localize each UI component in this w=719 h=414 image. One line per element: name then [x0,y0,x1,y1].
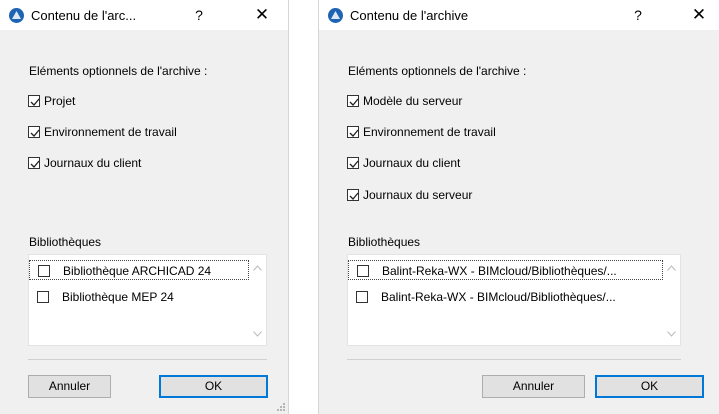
option-label: Journaux du serveur [363,188,473,202]
optional-items-heading: Eléments optionnels de l'archive : [29,64,208,78]
divider [28,359,267,360]
dialog-title: Contenu de l'archive [350,8,469,23]
ok-button[interactable]: OK [595,375,704,398]
archive-contents-dialog-short: Contenu de l'arc... ? ✕ Eléments optionn… [0,0,289,414]
divider [347,359,681,360]
checkbox-checked[interactable] [347,189,359,201]
checkbox-checked[interactable] [347,157,359,169]
checkbox-unchecked[interactable] [37,291,49,303]
option-label: Environnement de travail [363,125,496,139]
checkbox-unchecked[interactable] [38,265,50,277]
title-bar: Contenu de l'arc... ? ✕ [0,0,288,30]
help-button[interactable]: ? [176,0,222,30]
option-label: Environnement de travail [44,125,177,139]
library-label: Bibliothèque ARCHICAD 24 [63,264,212,278]
checkbox-unchecked[interactable] [357,265,369,277]
dialog-title: Contenu de l'arc... [31,8,137,23]
checkbox-checked[interactable] [28,126,40,138]
ok-button[interactable]: OK [159,375,268,398]
list-item[interactable]: Balint-Reka-WX - BIMcloud/Bibliothèques/… [348,287,663,307]
checkbox-checked[interactable] [28,157,40,169]
option-label: Projet [44,94,76,108]
checkbox-checked[interactable] [347,126,359,138]
list-item[interactable]: Bibliothèque MEP 24 [29,287,249,307]
archive-contents-dialog-full: Contenu de l'archive ? ✕ Eléments option… [318,0,719,414]
list-item[interactable]: Balint-Reka-WX - BIMcloud/Bibliothèques/… [348,260,663,280]
library-label: Bibliothèque MEP 24 [62,290,174,304]
scroll-down-icon[interactable] [667,331,676,337]
checkbox-checked[interactable] [347,95,359,107]
scroll-up-icon[interactable] [253,265,262,271]
help-button[interactable]: ? [615,0,661,30]
option-label: Modèle du serveur [363,94,463,108]
vertical-scrollbar[interactable] [663,255,680,345]
cancel-button[interactable]: Annuler [28,375,111,398]
libraries-heading: Bibliothèques [29,235,102,249]
checkbox-unchecked[interactable] [356,291,368,303]
archicad-logo-icon [328,8,343,23]
cancel-button[interactable]: Annuler [482,375,585,398]
close-button[interactable]: ✕ [676,0,719,30]
title-bar: Contenu de l'archive ? ✕ [319,0,719,30]
close-button[interactable]: ✕ [239,0,285,30]
library-label: Balint-Reka-WX - BIMcloud/Bibliothèques/… [382,264,617,278]
libraries-heading: Bibliothèques [348,235,421,249]
scroll-down-icon[interactable] [253,331,262,337]
option-label: Journaux du client [363,156,461,170]
libraries-list[interactable]: Bibliothèque ARCHICAD 24 Bibliothèque ME… [28,254,267,346]
optional-items-heading: Eléments optionnels de l'archive : [348,64,527,78]
libraries-list[interactable]: Balint-Reka-WX - BIMcloud/Bibliothèques/… [347,254,681,346]
list-item[interactable]: Bibliothèque ARCHICAD 24 [29,260,249,280]
scroll-up-icon[interactable] [667,265,676,271]
vertical-scrollbar[interactable] [249,255,266,345]
option-label: Journaux du client [44,156,142,170]
archicad-logo-icon [9,8,24,23]
resize-grip-icon[interactable] [276,402,286,412]
checkbox-checked[interactable] [28,95,40,107]
library-label: Balint-Reka-WX - BIMcloud/Bibliothèques/… [381,290,616,304]
